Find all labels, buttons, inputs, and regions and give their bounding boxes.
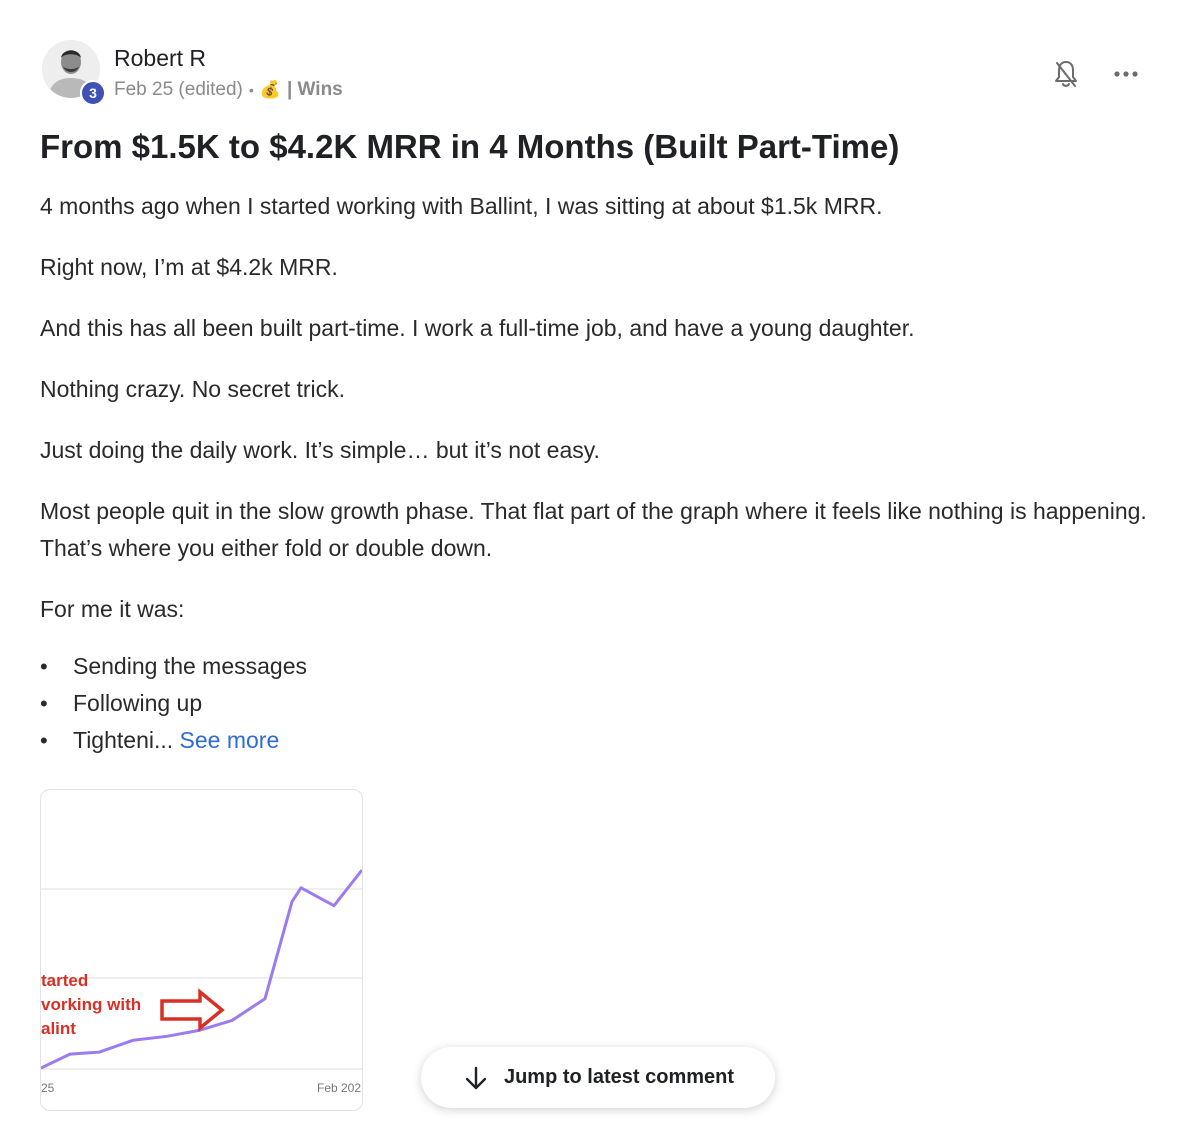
post-title[interactable]: From $1.5K to $4.2K MRR in 4 Months (Bui… (40, 128, 899, 166)
author-name[interactable]: Robert R (114, 45, 206, 72)
post-paragraph: Right now, I’m at $4.2k MRR. (40, 254, 338, 280)
x-tick-label: Feb 202 (317, 1081, 361, 1095)
meta-separator: • (248, 82, 254, 98)
see-more-link[interactable]: See more (180, 727, 280, 753)
list-item: Sending the messages (40, 648, 1150, 685)
annotation-text: alint (41, 1019, 76, 1038)
x-tick-label: 25 (41, 1081, 55, 1095)
post-date[interactable]: Feb 25 (edited) (114, 79, 243, 101)
annotation-arrow-icon (160, 988, 225, 1032)
series-line (41, 869, 362, 1070)
list-item: Following up (40, 685, 1150, 722)
post-paragraph: Most people quit in the slow growth phas… (40, 498, 1147, 561)
author-avatar-wrapper[interactable]: 3 (42, 40, 106, 106)
post-paragraph: 4 months ago when I started working with… (40, 193, 883, 219)
category-link[interactable]: | Wins (287, 79, 343, 101)
post-paragraph: And this has all been built part-time. I… (40, 315, 915, 341)
list-item-text: Tighteni... (73, 727, 174, 753)
post-paragraph: Just doing the daily work. It’s simple… … (40, 437, 600, 463)
post-meta: Feb 25 (edited) • 💰 | Wins (114, 79, 343, 101)
jump-to-latest-comment-button[interactable]: Jump to latest comment (421, 1047, 775, 1108)
bullet-list: Sending the messages Following up Tighte… (40, 648, 1150, 759)
mrr-chart: tarted vorking with alint 25 Feb 202 (41, 869, 362, 1095)
notification-toggle-button[interactable] (1052, 58, 1080, 90)
list-item-text: Following up (73, 690, 203, 716)
post-card: 3 Robert R Feb 25 (edited) • 💰 | Wins Fr… (0, 0, 1200, 1130)
more-options-button[interactable] (1110, 62, 1142, 86)
list-item: Tighteni... See more (40, 722, 1150, 759)
arrow-down-icon (465, 1066, 487, 1089)
bell-off-icon (1055, 61, 1077, 87)
money-bag-icon: 💰 (259, 80, 281, 99)
attachment-image[interactable]: tarted vorking with alint 25 Feb 202 (40, 789, 363, 1111)
jump-button-label: Jump to latest comment (503, 1066, 735, 1088)
post-paragraph: For me it was: (40, 596, 185, 622)
more-horizontal-icon (1114, 71, 1138, 77)
list-item-text: Sending the messages (73, 653, 307, 679)
post-paragraph: Nothing crazy. No secret trick. (40, 376, 346, 402)
level-badge: 3 (80, 80, 106, 106)
post-body: 4 months ago when I started working with… (40, 188, 1150, 759)
annotation-text: tarted (41, 971, 88, 990)
annotation-text: vorking with (41, 995, 141, 1014)
